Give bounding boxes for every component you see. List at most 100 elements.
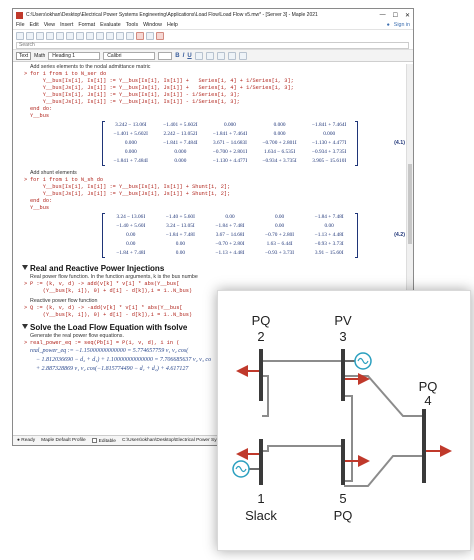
menu-evaluate[interactable]: Evaluate [100, 22, 121, 28]
matrix-cell: 0.000 [174, 158, 187, 164]
line-1-5 [262, 445, 344, 452]
matrix-cell: −1.13 + 4.48I [314, 232, 344, 238]
matrix-cell: −1.401 + 5.602I [163, 122, 198, 128]
menu-edit[interactable]: Edit [30, 22, 39, 28]
menu-format[interactable]: Format [78, 22, 95, 28]
style-select[interactable]: Heading 1 [48, 51, 101, 60]
search-input[interactable]: Search [16, 41, 409, 49]
copy-icon[interactable] [56, 31, 64, 40]
menu-insert[interactable]: Insert [60, 22, 73, 28]
output-matrix: 3.24 − 13.06I −1.40 + 5.60I 0.00 0.00 −1.84 … [102, 213, 358, 258]
sign-in-link[interactable]: Sign in [394, 22, 410, 28]
code-line[interactable]: > for i from 1 to N_ser do [18, 71, 413, 78]
open-icon[interactable] [26, 31, 34, 40]
matrix-cell: −0.70 + 2.80I [215, 241, 245, 247]
math-mode-icon[interactable] [106, 31, 114, 40]
collapse-icon[interactable] [22, 265, 28, 270]
underline-button[interactable]: U [187, 53, 191, 59]
code-line[interactable]: end do: [18, 198, 413, 205]
equation-label: (4.1) [394, 140, 405, 146]
menu-file[interactable]: File [16, 22, 25, 28]
bold-button[interactable]: B [175, 53, 179, 59]
busbar-1 [259, 439, 263, 485]
matrix-cell: −1.841 + 7.464I [212, 131, 248, 137]
user-icon[interactable]: ● [387, 22, 390, 28]
bullet-list-icon[interactable] [227, 51, 236, 60]
execute-group-icon[interactable] [116, 31, 124, 40]
execute-all-icon[interactable] [126, 31, 134, 40]
maximize-button[interactable]: ☐ [393, 12, 398, 19]
font-select[interactable]: Calibri [103, 51, 156, 60]
font-size-select[interactable] [158, 51, 173, 60]
math-mode-tab[interactable]: Math [34, 53, 45, 59]
matrix-cell: −1.84 + 7.48I [116, 250, 146, 256]
matrix-cell: −1.40 + 5.60I [165, 214, 195, 220]
text-mode-tab[interactable]: Text [16, 51, 32, 60]
debug-icon[interactable] [146, 31, 154, 40]
section-heading[interactable]: Real and Reactive Power Injections [18, 263, 413, 274]
matrix-cell: 3.24 − 13.05I [166, 223, 195, 229]
matrix-cell: −1.84 + 7.48I [165, 232, 195, 238]
cut-icon[interactable] [46, 31, 54, 40]
text-line: Real power flow function. In the functio… [30, 274, 198, 280]
stop-icon[interactable] [156, 31, 164, 40]
code-line[interactable]: Y__bus[Is[i], Js[i]] := Y__bus[Is[i], Js… [18, 92, 413, 99]
code-line[interactable]: Y__bus[Js[i], Js[i]] := Y__bus[Js[i], Js… [18, 85, 413, 92]
busbar-4 [422, 409, 426, 483]
save-icon[interactable] [36, 31, 44, 40]
align-center-icon[interactable] [205, 51, 214, 60]
matrix-cell: 3.242 − 13.06I [115, 122, 147, 128]
close-button[interactable]: ✕ [405, 12, 410, 19]
menu-help[interactable]: Help [167, 22, 178, 28]
text-mode-icon[interactable] [96, 31, 104, 40]
matrix-cell: 0.000 [124, 149, 137, 155]
code-line[interactable]: Y__bus[Is[i], Is[i]] := Y__bus[Is[i], Is… [18, 78, 413, 85]
matrix-cell: 0.00 [274, 223, 285, 229]
align-left-icon[interactable] [194, 51, 203, 60]
code-line[interactable]: end do: [18, 106, 413, 113]
menu-window[interactable]: Window [143, 22, 162, 28]
align-right-icon[interactable] [216, 51, 225, 60]
ready-status: ● Ready [17, 438, 36, 443]
paste-icon[interactable] [66, 31, 74, 40]
menu-tools[interactable]: Tools [126, 22, 138, 28]
menu-view[interactable]: View [44, 22, 55, 28]
matrix-cell: −0.700 + 2.801I [212, 149, 248, 155]
matrix-cell: −1.841 + 7.484I [113, 158, 148, 164]
code-line[interactable]: Y__bus[Js[i], Is[i]] := Y__bus[Js[i], Is… [18, 99, 413, 106]
path-status: C:\Users\okhan\Desktop\Electrical Power … [121, 438, 224, 443]
bus-diagram: PQ 2 PV 3 PQ 4 1 Slack 5 PQ [232, 313, 452, 523]
code-line[interactable]: Y__bus[Js[i], Js[i]] := Y__bus[Js[i], Js… [18, 191, 413, 198]
italic-button[interactable]: I [183, 53, 185, 59]
bus5-type: PQ [334, 508, 353, 523]
format-toolbar: Text Math Heading 1 Calibri B I U [13, 50, 413, 62]
matrix-cell: 0.00 [126, 241, 136, 247]
undo-icon[interactable] [76, 31, 84, 40]
new-document-icon[interactable] [16, 31, 24, 40]
matrix-cell: 3.91 − 15.60I [314, 250, 344, 256]
equation-label: (4.2) [394, 232, 405, 238]
scrollbar-thumb[interactable] [408, 164, 412, 244]
text-line: Add shunt elements [30, 170, 77, 176]
matrix-cell: 0.000 [273, 122, 286, 128]
numbered-list-icon[interactable] [238, 51, 247, 60]
matrix-cell: −0.700 + 2.801I [262, 140, 297, 146]
redo-icon[interactable] [86, 31, 94, 40]
code-line[interactable]: > for i from 1 to N_sh do [18, 177, 413, 184]
bus2-type: PQ [252, 313, 271, 328]
code-line[interactable]: Y__bus[Is[i], Is[i]] := Y__bus[Is[i], Is… [18, 184, 413, 191]
matrix-cell: −0.934 + 3.735I [262, 158, 297, 164]
code-line[interactable]: Y__bus [18, 205, 413, 212]
editable-checkbox[interactable]: Editable [91, 437, 116, 443]
restart-icon[interactable] [136, 31, 144, 40]
matrix-cell: −1.84 + 7.48I [215, 223, 245, 229]
minimize-button[interactable]: — [380, 12, 386, 19]
code-line[interactable]: > P := (k, v, d) -> add(v[k] * v[i] * abs… [18, 281, 413, 288]
matrix-cell: 0.00 [274, 214, 285, 220]
matrix-cell: 3.67 − 14.68I [215, 232, 245, 238]
matrix-cell: 1.63 − 6.44I [266, 241, 293, 247]
search-row: Search [13, 41, 413, 50]
matrix-cell: 0.00 [175, 250, 186, 256]
collapse-icon[interactable] [22, 324, 28, 329]
code-line[interactable]: Y__bus [18, 113, 413, 120]
